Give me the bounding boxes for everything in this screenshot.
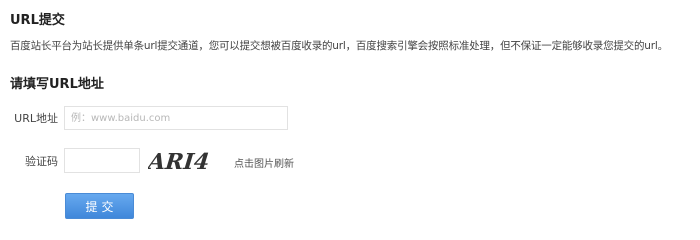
captcha-label: 验证码 (25, 155, 58, 168)
url-submit-page: URL提交 百度站长平台为站长提供单条url提交通道，您可以提交想被百度收录的u… (0, 0, 700, 226)
page-title: URL提交 (10, 13, 65, 28)
url-input[interactable] (64, 106, 288, 130)
refresh-captcha-link[interactable]: 点击图片刷新 (234, 155, 294, 170)
form-title: 请填写URL地址 (10, 77, 104, 92)
captcha-image[interactable]: ARI4 (148, 146, 218, 176)
page-description: 百度站长平台为站长提供单条url提交通道，您可以提交想被百度收录的url，百度搜… (10, 40, 668, 52)
url-label: URL地址 (14, 112, 58, 125)
captcha-input[interactable] (64, 148, 140, 173)
submit-button[interactable]: 提交 (65, 193, 134, 219)
captcha-text: ARI4 (148, 149, 211, 175)
